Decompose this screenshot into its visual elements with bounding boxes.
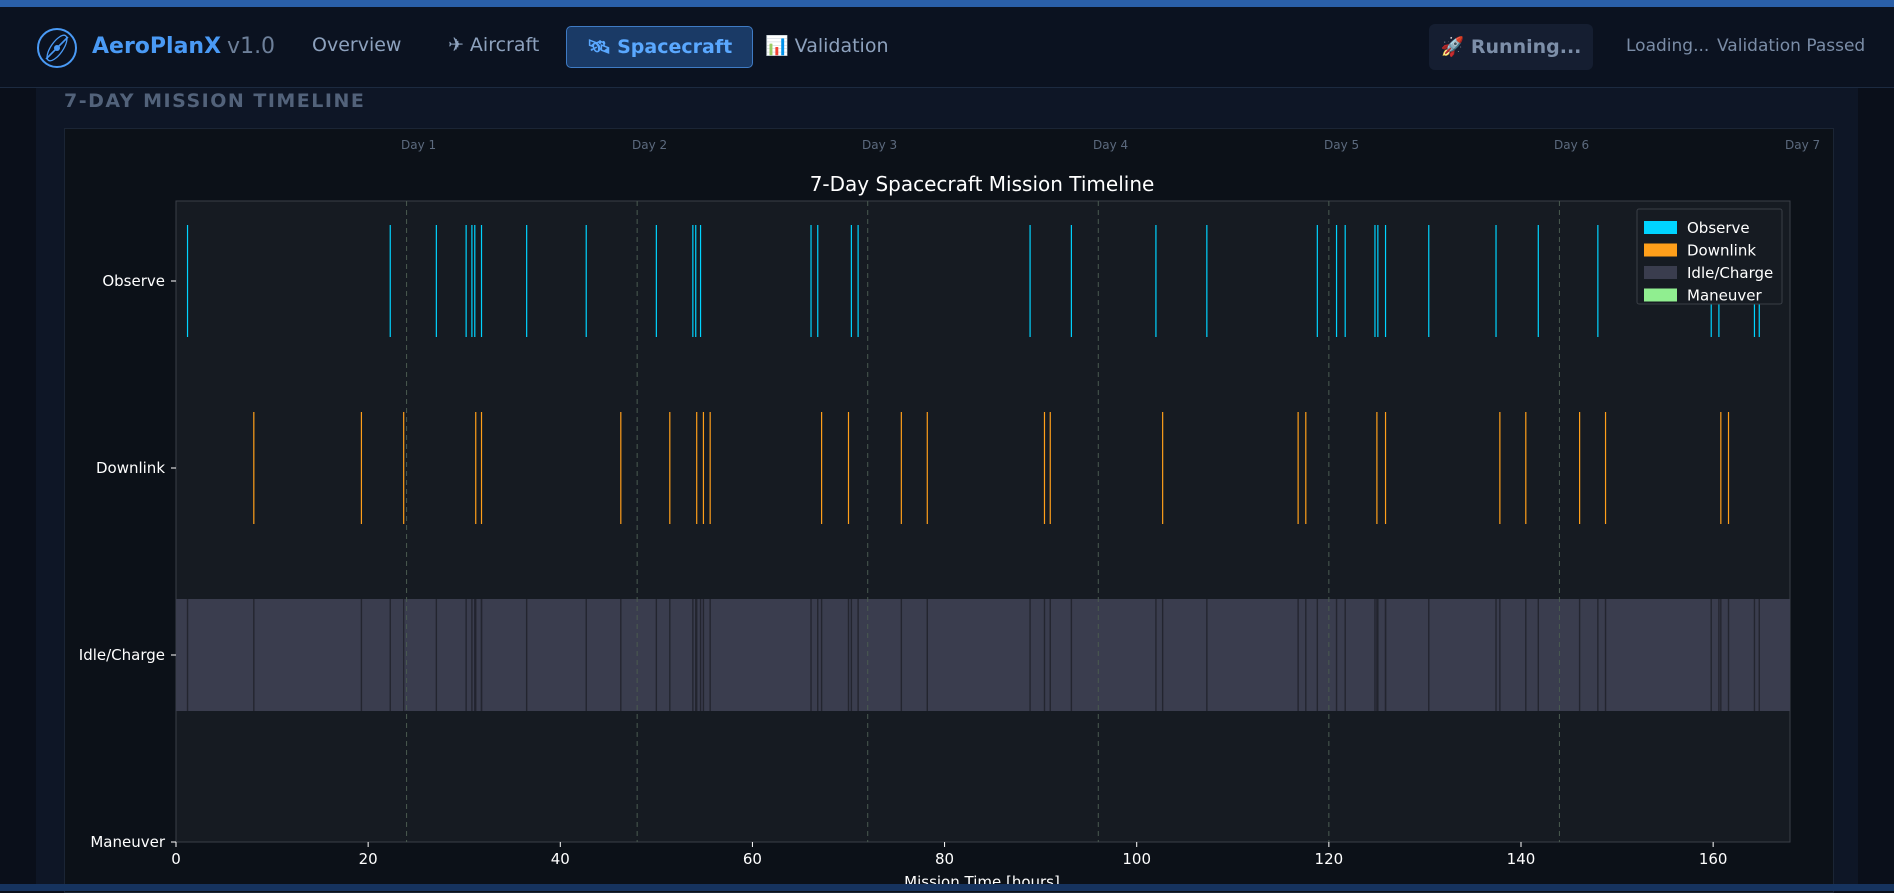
x-tick-label: 160 [1699, 850, 1728, 868]
mission-timeline-chart: 7-Day Spacecraft Mission Timeline Missio… [79, 172, 1791, 891]
y-tick-label: Observe [102, 272, 165, 290]
legend-label: Observe [1687, 219, 1750, 237]
x-tick-label: 0 [171, 850, 181, 868]
y-tick-label: Idle/Charge [79, 646, 165, 664]
legend-swatch [1644, 221, 1677, 234]
legend-swatch [1644, 266, 1677, 279]
legend-label: Downlink [1687, 242, 1756, 260]
chart-title: 7-Day Spacecraft Mission Timeline [810, 172, 1155, 196]
x-tick-label: 100 [1122, 850, 1151, 868]
plot-area [175, 200, 1791, 843]
legend-swatch [1644, 243, 1677, 257]
x-tick-label: 60 [743, 850, 762, 868]
idle-charge-bar [176, 599, 1790, 711]
bottom-bar [0, 884, 1894, 891]
legend-label: Maneuver [1687, 287, 1762, 305]
x-tick-label: 80 [935, 850, 954, 868]
x-tick-label: 40 [551, 850, 570, 868]
legend-label: Idle/Charge [1687, 264, 1773, 282]
x-tick-label: 20 [359, 850, 378, 868]
y-tick-label: Downlink [96, 459, 165, 477]
legend-swatch [1644, 288, 1677, 302]
x-tick-label: 140 [1507, 850, 1536, 868]
x-tick-label: 120 [1315, 850, 1344, 868]
y-tick-label: Maneuver [90, 833, 165, 851]
